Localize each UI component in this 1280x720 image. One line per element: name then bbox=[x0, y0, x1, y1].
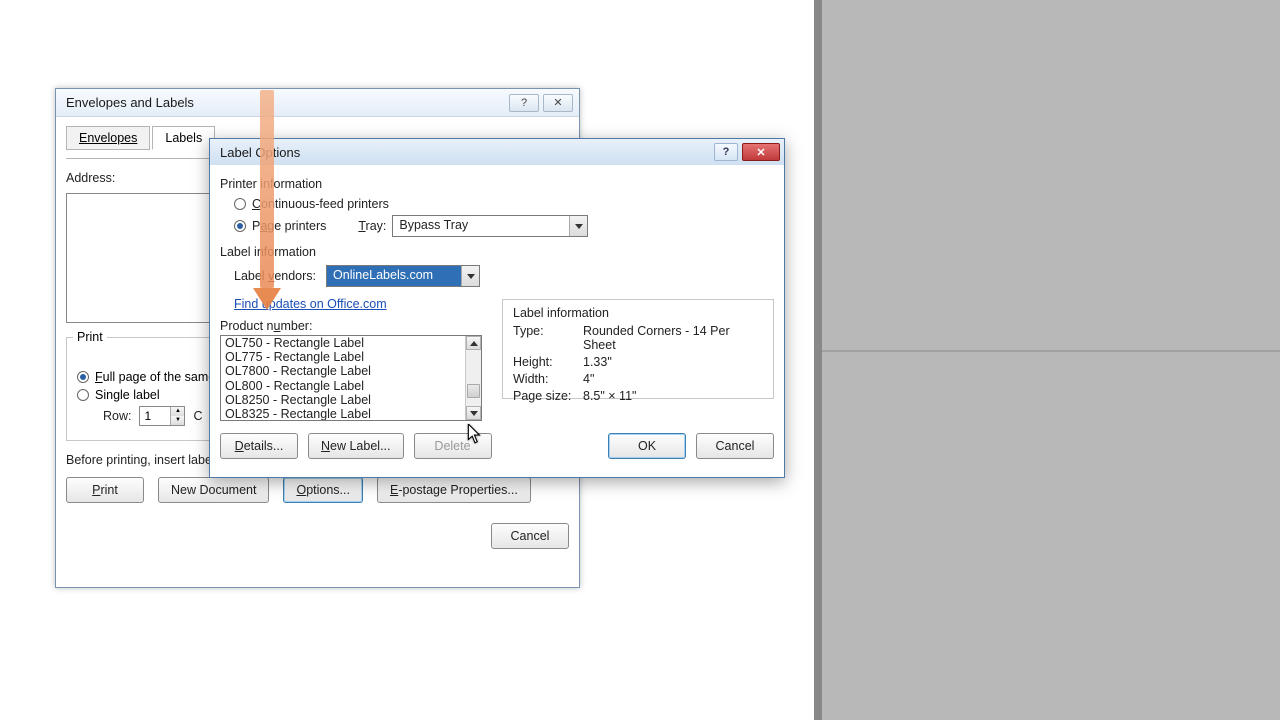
width-val: 4" bbox=[583, 372, 763, 386]
listbox-scrollbar[interactable] bbox=[465, 336, 481, 420]
height-key: Height: bbox=[513, 355, 583, 369]
address-label: Address: bbox=[66, 171, 115, 185]
radio-single-label[interactable] bbox=[77, 389, 89, 401]
type-key: Type: bbox=[513, 324, 583, 352]
app-divider bbox=[814, 0, 822, 720]
row-input[interactable] bbox=[140, 409, 170, 423]
options-button[interactable]: Options... bbox=[283, 477, 363, 503]
label-info-heading: Label information bbox=[220, 245, 774, 259]
label-info-title: Label information bbox=[513, 306, 763, 320]
tab-labels[interactable]: Labels bbox=[152, 126, 215, 150]
list-item[interactable]: OL800 - Rectangle Label bbox=[221, 379, 465, 393]
page-key: Page size: bbox=[513, 389, 583, 403]
close-button[interactable]: ✕ bbox=[742, 143, 780, 161]
scroll-down-button[interactable] bbox=[466, 406, 481, 420]
radio-full-page[interactable] bbox=[77, 371, 89, 383]
delete-button[interactable]: Delete bbox=[414, 433, 492, 459]
vendors-value: OnlineLabels.com bbox=[327, 266, 461, 286]
printer-info-heading: Printer information bbox=[220, 177, 774, 191]
product-listbox[interactable]: OL750 - Rectangle Label OL775 - Rectangl… bbox=[220, 335, 482, 421]
tab-envelopes[interactable]: Envelopes bbox=[66, 126, 150, 150]
help-button[interactable]: ? bbox=[509, 94, 539, 112]
list-item[interactable]: OL8325 - Rectangle Label bbox=[221, 407, 465, 420]
spin-down[interactable]: ▼ bbox=[170, 416, 184, 425]
row-spinner[interactable]: ▲ ▼ bbox=[139, 406, 185, 426]
col-label-fragment: C bbox=[193, 409, 202, 423]
list-item[interactable]: OL7800 - Rectangle Label bbox=[221, 364, 465, 378]
print-legend: Print bbox=[73, 330, 107, 344]
find-updates-link[interactable]: Find updates on Office.com bbox=[234, 297, 387, 311]
help-button[interactable]: ? bbox=[714, 143, 738, 161]
width-key: Width: bbox=[513, 372, 583, 386]
epostage-button[interactable]: E-postage Properties... bbox=[377, 477, 531, 503]
new-label-button[interactable]: New Label... bbox=[308, 433, 404, 459]
list-item[interactable]: OL750 - Rectangle Label bbox=[221, 336, 465, 350]
vendors-combo[interactable]: OnlineLabels.com bbox=[326, 265, 480, 287]
print-button[interactable]: Print bbox=[66, 477, 144, 503]
height-val: 1.33" bbox=[583, 355, 763, 369]
vendors-label: Label vendors: bbox=[234, 269, 316, 283]
tray-combo[interactable]: Bypass Tray bbox=[392, 215, 588, 237]
product-number-label: Product number: bbox=[220, 319, 482, 333]
spin-up[interactable]: ▲ bbox=[170, 407, 184, 416]
label-options-dialog: Label Options ? ✕ Printer information Co… bbox=[209, 138, 785, 478]
scroll-up-button[interactable] bbox=[466, 336, 481, 350]
radio-continuous-label: Continuous-feed printers bbox=[252, 197, 389, 211]
row-label: Row: bbox=[103, 409, 131, 423]
label-info-panel: Label information Type: Rounded Corners … bbox=[502, 299, 774, 399]
dialog-titlebar: Envelopes and Labels ? ✕ bbox=[56, 89, 579, 117]
cancel-button[interactable]: Cancel bbox=[696, 433, 774, 459]
list-item[interactable]: OL775 - Rectangle Label bbox=[221, 350, 465, 364]
ok-button[interactable]: OK bbox=[608, 433, 686, 459]
product-list-items[interactable]: OL750 - Rectangle Label OL775 - Rectangl… bbox=[221, 336, 465, 420]
cancel-button[interactable]: Cancel bbox=[491, 523, 569, 549]
details-button[interactable]: Details... bbox=[220, 433, 298, 459]
radio-page-printers[interactable] bbox=[234, 220, 246, 232]
app-backdrop bbox=[822, 0, 1280, 720]
chevron-down-icon[interactable] bbox=[569, 216, 587, 236]
scroll-thumb[interactable] bbox=[467, 384, 480, 398]
list-item[interactable]: OL8250 - Rectangle Label bbox=[221, 393, 465, 407]
tray-label: Tray: bbox=[358, 219, 386, 233]
dialog2-titlebar: Label Options ? ✕ bbox=[210, 139, 784, 165]
dialog-title: Envelopes and Labels bbox=[66, 95, 194, 110]
dialog2-title: Label Options bbox=[220, 145, 300, 160]
type-val: Rounded Corners - 14 Per Sheet bbox=[583, 324, 763, 352]
close-button[interactable]: ✕ bbox=[543, 94, 573, 112]
radio-continuous-feed[interactable] bbox=[234, 198, 246, 210]
chevron-down-icon[interactable] bbox=[461, 266, 479, 286]
new-document-button[interactable]: New Document bbox=[158, 477, 269, 503]
radio-page-printers-label: Page printers bbox=[252, 219, 326, 233]
tray-value: Bypass Tray bbox=[393, 216, 569, 236]
page-val: 8.5" × 11" bbox=[583, 389, 763, 403]
radio-single-label-text: Single label bbox=[95, 388, 160, 402]
